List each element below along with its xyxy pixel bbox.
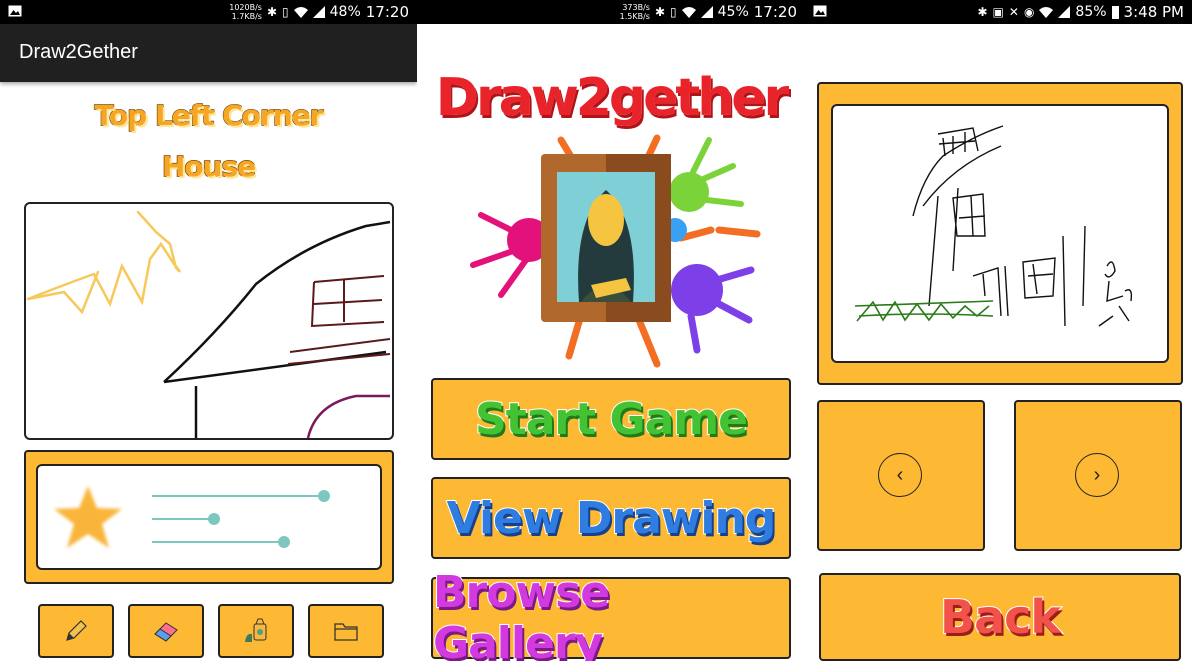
chevron-left-icon: ‹: [878, 453, 922, 497]
app-bar: Draw2Gether: [0, 24, 417, 82]
battery-percent: 85%: [1075, 4, 1107, 20]
folder-tool-button[interactable]: [308, 604, 384, 658]
signal-icon: [1058, 6, 1071, 18]
battery-percent: 48%: [329, 4, 361, 20]
battery-icon: [1111, 5, 1119, 19]
status-bar: 1020B/s 1.7KB/s ✱ ▯ 48% 17:20: [0, 0, 417, 24]
eraser-tool-button[interactable]: [128, 604, 204, 658]
paint-bucket-icon: [245, 618, 267, 642]
mona-lisa-logo-icon: [470, 134, 761, 368]
door-stroke: [306, 394, 390, 438]
brush-settings-panel: [24, 450, 394, 584]
paint-bucket-tool-button[interactable]: [218, 604, 294, 658]
network-speed: 373B/s 1.5KB/s: [620, 3, 650, 21]
figure-stroke: [1098, 261, 1133, 327]
battery-percent: 45%: [717, 4, 749, 20]
house-roof-stroke: [912, 125, 1004, 217]
next-drawing-button[interactable]: ›: [1014, 400, 1182, 551]
folder-icon: [334, 623, 358, 641]
star-icon: [54, 486, 122, 548]
window-stroke: [287, 275, 391, 365]
slider-thumb[interactable]: [318, 490, 330, 502]
view-drawing-button[interactable]: View Drawing: [431, 477, 791, 559]
eraser-icon: [154, 622, 178, 642]
vibrate-icon: ▯: [282, 5, 289, 19]
pencil-icon: [66, 620, 87, 641]
status-bar: ✱ ▣ ✕ ◉ 85% 3:48 PM: [805, 0, 1192, 24]
wifi-icon: [293, 6, 308, 18]
start-game-button[interactable]: Start Game: [431, 378, 791, 460]
main-menu-screen: 373B/s 1.5KB/s ✱ ▯ 45% 17:20 Draw2gether…: [417, 0, 805, 661]
gallery-notification-icon: [813, 5, 827, 17]
bluetooth-icon: ✱: [977, 5, 988, 19]
back-button[interactable]: Back: [819, 573, 1181, 661]
browse-gallery-label: Browse Gallery: [432, 566, 611, 661]
wifi-icon: [1039, 6, 1054, 18]
view-drawing-label: View Drawing: [446, 492, 778, 545]
slider-thumb[interactable]: [208, 513, 220, 525]
house-wall-stroke: [928, 187, 986, 307]
net-up-speed: 1020B/s: [229, 3, 262, 12]
brush-size-slider[interactable]: [152, 490, 332, 502]
vibrate-icon: ▯: [670, 5, 677, 19]
gallery-notification-icon: [8, 5, 22, 17]
net-down-speed: 1.7KB/s: [231, 12, 262, 21]
mute-icon: ✕: [1008, 5, 1019, 19]
drawing-strokes: [26, 210, 391, 438]
drawing-canvas[interactable]: [24, 202, 394, 440]
net-down-speed: 1.5KB/s: [619, 12, 650, 21]
status-bar: 373B/s 1.5KB/s ✱ ▯ 45% 17:20: [417, 0, 805, 24]
drawing-strokes: [854, 125, 1133, 327]
back-label: Back: [939, 589, 1062, 645]
drawing-frame: [817, 82, 1183, 385]
brush-hardness-slider[interactable]: [152, 536, 332, 548]
start-game-label: Start Game: [474, 393, 749, 446]
previous-drawing-button[interactable]: ‹: [817, 400, 985, 551]
chevron-right-icon: ›: [1075, 453, 1119, 497]
bluetooth-icon: ✱: [266, 5, 278, 19]
logo-title: Draw2gether: [434, 67, 790, 130]
pencil-tool-button[interactable]: [38, 604, 114, 658]
alarm-icon: ◉: [1023, 5, 1035, 19]
prompt-line-1: Top Left Corner: [94, 98, 324, 133]
door-window-stroke: [972, 225, 1086, 327]
draw-screen: 1020B/s 1.7KB/s ✱ ▯ 48% 17:20 Draw2Gethe…: [0, 0, 417, 661]
sun-stroke: [26, 210, 181, 315]
grass-stroke: [854, 300, 994, 322]
nfc-icon: ▣: [992, 5, 1004, 19]
clock: 3:48 PM: [1123, 3, 1184, 21]
browse-gallery-button[interactable]: Browse Gallery: [431, 566, 791, 661]
brush-opacity-slider[interactable]: [152, 513, 332, 525]
app-title: Draw2Gether: [19, 41, 138, 63]
drawing-preview: [831, 104, 1169, 363]
bluetooth-icon: ✱: [654, 5, 666, 19]
net-up-speed: 373B/s: [622, 3, 650, 12]
wifi-icon: [681, 6, 696, 18]
view-drawing-screen: ✱ ▣ ✕ ◉ 85% 3:48 PM ‹ › Back: [805, 0, 1192, 661]
signal-icon: [700, 6, 713, 18]
clock: 17:20: [365, 3, 409, 21]
brush-settings-card: [36, 464, 382, 570]
prompt-line-2: House: [161, 149, 257, 184]
network-speed: 1020B/s 1.7KB/s: [229, 3, 262, 21]
signal-icon: [312, 6, 325, 18]
slider-thumb[interactable]: [278, 536, 290, 548]
clock: 17:20: [753, 3, 797, 21]
